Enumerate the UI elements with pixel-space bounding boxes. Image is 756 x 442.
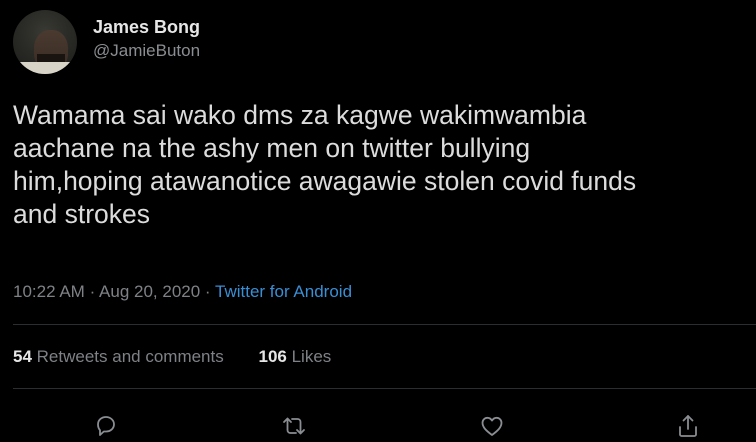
divider — [13, 388, 756, 389]
engagement-stats: 54 Retweets and comments 106 Likes — [13, 345, 331, 369]
meta-separator: · — [89, 282, 96, 301]
share-button[interactable] — [672, 410, 704, 442]
user-info[interactable]: James Bong @JamieButon — [93, 16, 200, 62]
reply-icon — [97, 416, 115, 436]
heart-icon — [481, 416, 503, 436]
display-name[interactable]: James Bong — [93, 16, 200, 38]
likes-label: Likes — [291, 347, 332, 366]
retweets-label: Retweets and comments — [36, 347, 224, 366]
retweets-stat[interactable]: 54 Retweets and comments — [13, 345, 224, 369]
tweet-source-link[interactable]: Twitter for Android — [215, 282, 352, 301]
retweets-count: 54 — [13, 347, 32, 366]
reply-button[interactable] — [90, 410, 122, 442]
meta-separator: · — [204, 282, 211, 301]
tweet-time: 10:22 AM — [13, 282, 85, 301]
action-bar — [0, 406, 756, 442]
retweet-button[interactable] — [278, 410, 310, 442]
share-icon — [679, 415, 697, 437]
like-button[interactable] — [476, 410, 508, 442]
avatar[interactable] — [13, 10, 77, 74]
likes-stat[interactable]: 106 Likes — [258, 345, 331, 369]
tweet-card: James Bong @JamieButon Wamama sai wako d… — [0, 0, 756, 442]
tweet-text: Wamama sai wako dms za kagwe wakimwambia… — [13, 100, 637, 229]
likes-count: 106 — [258, 347, 287, 366]
tweet-date[interactable]: Aug 20, 2020 — [99, 282, 200, 301]
divider — [13, 324, 756, 325]
tweet-meta: 10:22 AM · Aug 20, 2020 · Twitter for An… — [13, 280, 352, 304]
retweet-icon — [283, 417, 305, 435]
user-handle[interactable]: @JamieButon — [93, 40, 200, 62]
avatar-shirt — [13, 62, 77, 74]
